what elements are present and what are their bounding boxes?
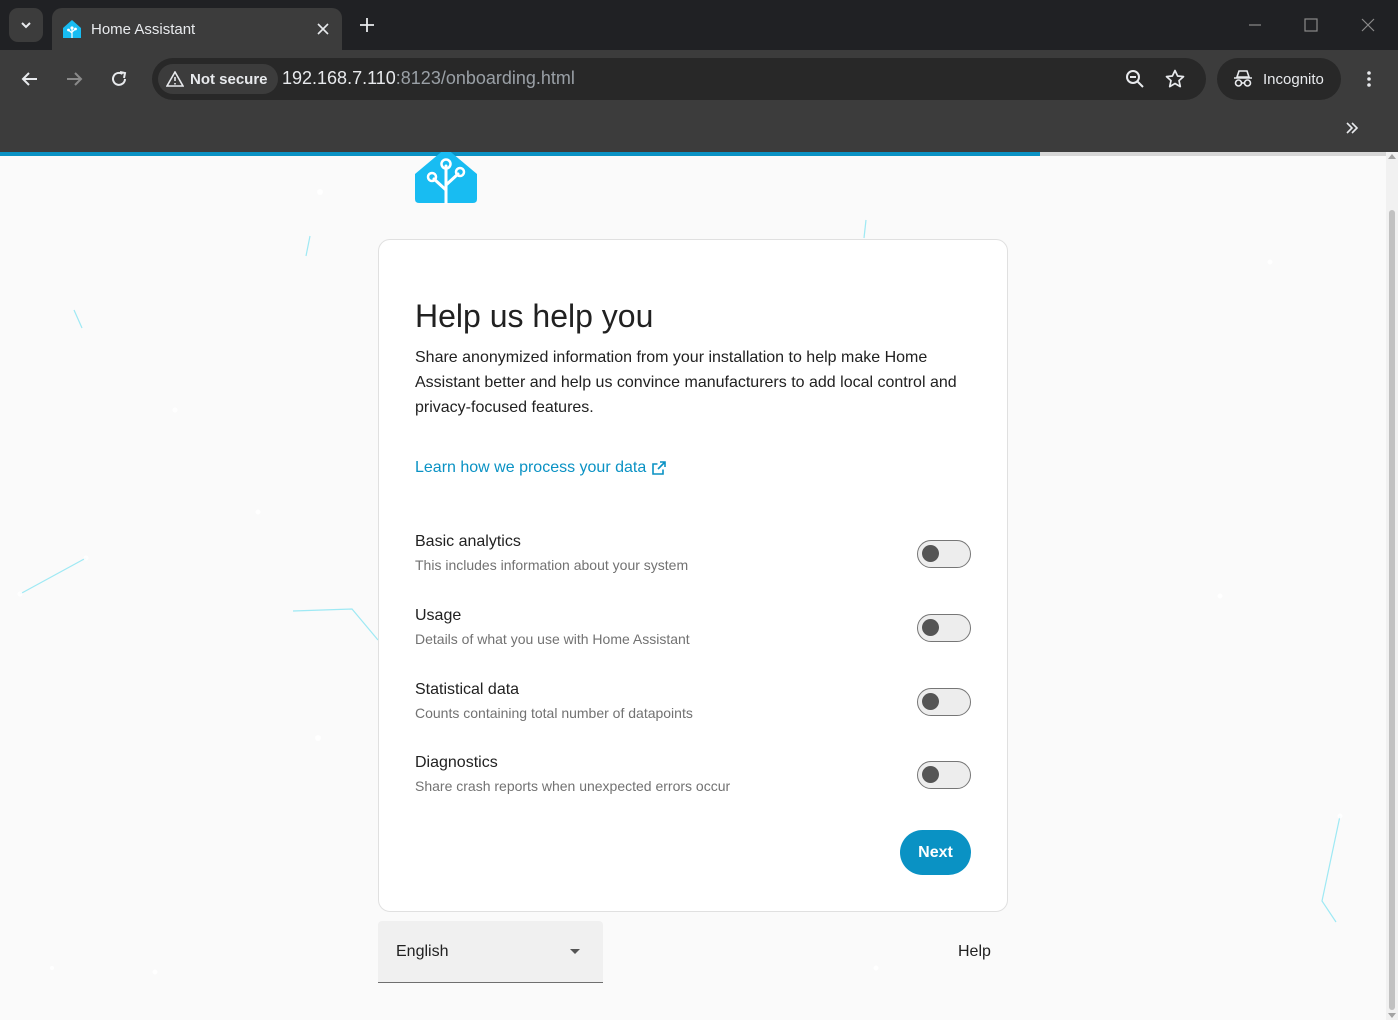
plus-icon xyxy=(360,18,374,32)
tab-search-button[interactable] xyxy=(9,8,43,42)
double-chevron-icon xyxy=(1346,122,1359,134)
option-basic-analytics: Basic analytics This includes informatio… xyxy=(415,533,975,583)
close-window-button[interactable] xyxy=(1353,10,1383,40)
scroll-up-icon xyxy=(1388,154,1396,159)
statistical-data-toggle[interactable] xyxy=(917,688,971,716)
url-host: 192.168.7.110 xyxy=(282,68,396,88)
option-label: Basic analytics xyxy=(415,533,521,550)
browser-menu-button[interactable] xyxy=(1356,62,1382,96)
next-button[interactable]: Next xyxy=(900,830,971,875)
address-bar[interactable]: Not secure 192.168.7.110:8123/onboarding… xyxy=(152,58,1206,100)
scrollbar-thumb[interactable] xyxy=(1389,210,1395,1010)
incognito-icon xyxy=(1234,70,1252,87)
bookmarks-bar xyxy=(0,108,1398,152)
option-description: Details of what you use with Home Assist… xyxy=(415,631,690,647)
arrow-right-icon xyxy=(67,72,83,86)
toggle-knob xyxy=(922,693,939,710)
home-assistant-favicon-icon xyxy=(62,19,82,39)
learn-link-label: Learn how we process your data xyxy=(415,459,647,476)
security-indicator[interactable]: Not secure xyxy=(158,64,278,94)
bookmarks-overflow-button[interactable] xyxy=(1338,114,1366,142)
home-assistant-logo-icon xyxy=(415,152,477,204)
zoom-button[interactable] xyxy=(1122,66,1148,92)
url-path: :8123/onboarding.html xyxy=(395,68,575,88)
option-statistical-data: Statistical data Counts containing total… xyxy=(415,681,975,731)
star-icon xyxy=(1165,69,1185,88)
maximize-window-button[interactable] xyxy=(1296,10,1326,40)
chevron-down-icon xyxy=(21,22,31,29)
card-description: Share anonymized information from your i… xyxy=(415,349,957,416)
reload-icon xyxy=(112,71,127,86)
option-label: Diagnostics xyxy=(415,754,498,771)
minimize-window-button[interactable] xyxy=(1240,10,1270,40)
external-link-icon xyxy=(652,461,667,475)
maximize-icon xyxy=(1304,18,1318,32)
minimize-icon xyxy=(1249,24,1261,26)
toggle-knob xyxy=(922,766,939,783)
close-icon xyxy=(317,23,329,35)
kebab-menu-icon xyxy=(1367,71,1371,87)
option-description: Counts containing total number of datapo… xyxy=(415,705,693,721)
option-usage: Usage Details of what you use with Home … xyxy=(415,607,975,657)
dropdown-arrow-icon xyxy=(570,949,580,954)
language-select[interactable]: English xyxy=(378,921,603,983)
onboarding-progress-fill xyxy=(0,152,1040,156)
toggle-knob xyxy=(922,545,939,562)
learn-data-processing-link[interactable]: Learn how we process your data xyxy=(415,459,667,477)
new-tab-button[interactable] xyxy=(354,12,380,38)
analytics-card: Help us help you Share anonymized inform… xyxy=(378,239,1008,912)
option-label: Usage xyxy=(415,607,462,624)
forward-button[interactable] xyxy=(57,62,91,96)
option-description: Share crash reports when unexpected erro… xyxy=(415,778,731,794)
page-title: Help us help you xyxy=(415,298,654,334)
onboarding-progress-bar xyxy=(0,152,1386,156)
scroll-down-icon xyxy=(1388,1013,1396,1018)
language-value: English xyxy=(396,943,449,960)
help-link[interactable]: Help xyxy=(958,943,991,961)
toggle-knob xyxy=(922,619,939,636)
browser-tabstrip: Home Assistant xyxy=(0,0,1398,50)
option-diagnostics: Diagnostics Share crash reports when une… xyxy=(415,754,975,804)
close-icon xyxy=(1361,18,1375,32)
reload-button[interactable] xyxy=(102,62,136,96)
diagnostics-toggle[interactable] xyxy=(917,761,971,789)
tab-title: Home Assistant xyxy=(91,20,196,38)
incognito-profile-button[interactable]: Incognito xyxy=(1217,58,1341,100)
browser-toolbar: Not secure 192.168.7.110:8123/onboarding… xyxy=(0,50,1398,108)
browser-tab[interactable]: Home Assistant xyxy=(52,8,342,50)
option-label: Statistical data xyxy=(415,681,520,698)
close-tab-button[interactable] xyxy=(310,16,336,42)
arrow-left-icon xyxy=(21,72,37,86)
security-label: Not secure xyxy=(190,70,268,88)
usage-toggle[interactable] xyxy=(917,614,971,642)
incognito-label: Incognito xyxy=(1263,70,1324,88)
url-text: 192.168.7.110:8123/onboarding.html xyxy=(282,68,575,89)
page-scrollbar[interactable] xyxy=(1386,152,1398,1020)
basic-analytics-toggle[interactable] xyxy=(917,540,971,568)
zoom-icon xyxy=(1126,70,1144,88)
warning-icon xyxy=(166,71,184,87)
bookmark-button[interactable] xyxy=(1162,66,1188,92)
option-description: This includes information about your sys… xyxy=(415,557,689,573)
back-button[interactable] xyxy=(13,62,47,96)
